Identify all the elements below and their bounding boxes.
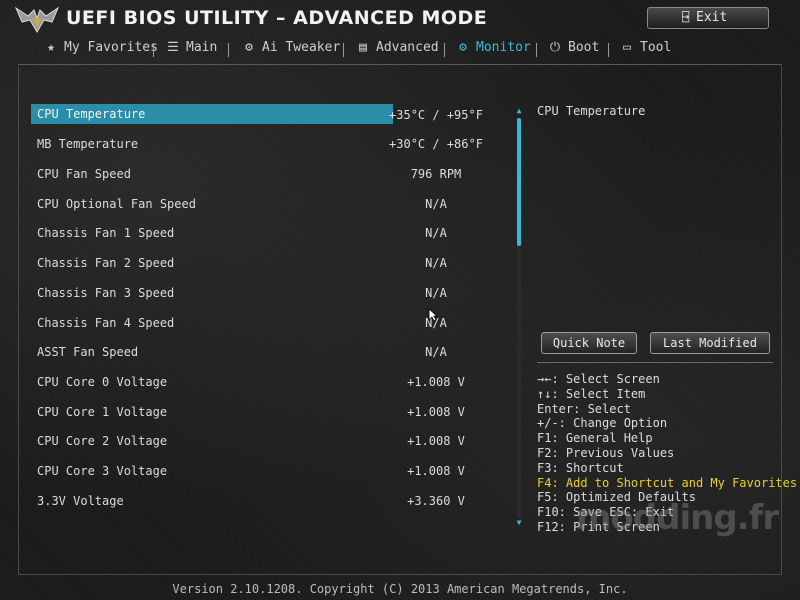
item-value: N/A bbox=[425, 226, 447, 240]
advanced-icon: ▤ bbox=[359, 40, 367, 55]
key-hint: Enter: Select bbox=[537, 401, 631, 416]
list-scrollbar[interactable]: ▲ ▼ bbox=[514, 106, 524, 528]
tab-bar: ★ My Favorites ☰ Main ⚙ Ai Tweaker ▤ Advance… bbox=[18, 40, 782, 66]
item-label: Chassis Fan 3 Speed bbox=[37, 286, 175, 300]
version-footer: Version 2.10.1208. Copyright (C) 2013 Am… bbox=[172, 582, 628, 596]
tab-label: Main bbox=[186, 40, 218, 55]
tab-separator bbox=[153, 43, 154, 57]
item-label: CPU Core 3 Voltage bbox=[37, 464, 168, 478]
tab-monitor[interactable]: ⚙ Monitor bbox=[454, 40, 531, 64]
tweaker-icon: ⚙ bbox=[245, 40, 253, 55]
item-value: N/A bbox=[425, 345, 447, 359]
item-value: +1.008 V bbox=[407, 375, 465, 389]
last-modified-button[interactable]: Last Modified bbox=[650, 332, 770, 354]
tab-label: Tool bbox=[640, 40, 672, 55]
list-item[interactable]: MB Temperature +30°C / +86°F bbox=[31, 133, 501, 155]
item-value: +35°C / +95°F bbox=[389, 108, 483, 122]
help-description: CPU Temperature bbox=[537, 104, 646, 118]
item-value: +1.008 V bbox=[407, 464, 465, 478]
item-label: CPU Optional Fan Speed bbox=[37, 197, 196, 211]
tab-label: Boot bbox=[568, 40, 600, 55]
tab-separator bbox=[444, 43, 445, 57]
list-item[interactable]: Chassis Fan 1 Speed N/A bbox=[31, 222, 501, 244]
key-hint: +/-: Change Option bbox=[537, 416, 668, 431]
tab-separator bbox=[608, 43, 609, 57]
list-item[interactable]: CPU Core 3 Voltage +1.008 V bbox=[31, 460, 501, 482]
item-value: +1.008 V bbox=[407, 434, 465, 448]
mouse-pointer-icon bbox=[428, 308, 438, 322]
item-label: CPU Fan Speed bbox=[37, 167, 131, 181]
tab-label: Advanced bbox=[376, 40, 439, 55]
scroll-up-arrow-icon[interactable]: ▲ bbox=[514, 106, 524, 116]
item-value: N/A bbox=[425, 197, 447, 211]
panel-divider bbox=[537, 362, 773, 363]
item-label: Chassis Fan 4 Speed bbox=[37, 316, 175, 330]
app-title: UEFI BIOS UTILITY – ADVANCED MODE bbox=[66, 7, 488, 29]
key-hint: F2: Previous Values bbox=[537, 445, 675, 460]
tuf-logo bbox=[14, 6, 60, 33]
monitor-icon: ⚙ bbox=[459, 40, 467, 55]
list-item[interactable]: CPU Optional Fan Speed N/A bbox=[31, 193, 501, 215]
item-label: CPU Core 2 Voltage bbox=[37, 434, 168, 448]
item-label: Chassis Fan 2 Speed bbox=[37, 256, 175, 270]
list-item[interactable]: CPU Core 0 Voltage +1.008 V bbox=[31, 371, 501, 393]
item-value: +3.360 V bbox=[407, 494, 465, 508]
item-label: ASST Fan Speed bbox=[37, 345, 139, 359]
scroll-thumb[interactable] bbox=[517, 118, 521, 246]
item-value: 796 RPM bbox=[410, 167, 462, 181]
tab-tool[interactable]: ▭ Tool bbox=[618, 40, 671, 64]
item-value: N/A bbox=[425, 256, 447, 270]
watermark: modding.fr bbox=[576, 498, 779, 538]
item-label: CPU Core 1 Voltage bbox=[37, 405, 168, 419]
item-label: Chassis Fan 1 Speed bbox=[37, 226, 175, 240]
tab-separator bbox=[228, 43, 229, 57]
scroll-down-arrow-icon[interactable]: ▼ bbox=[514, 518, 524, 528]
list-item[interactable]: 3.3V Voltage +3.360 V bbox=[31, 490, 501, 512]
quick-note-button[interactable]: Quick Note bbox=[541, 332, 637, 354]
list-item[interactable]: Chassis Fan 2 Speed N/A bbox=[31, 252, 501, 274]
tab-separator bbox=[343, 43, 344, 57]
title-bar: UEFI BIOS UTILITY – ADVANCED MODE ⍈ Exit bbox=[0, 0, 800, 38]
item-value: N/A bbox=[425, 286, 447, 300]
list-item[interactable]: CPU Fan Speed 796 RPM bbox=[31, 163, 501, 185]
list-item[interactable]: Chassis Fan 3 Speed N/A bbox=[31, 282, 501, 304]
key-hint: F1: General Help bbox=[537, 431, 653, 446]
tool-icon: ▭ bbox=[623, 40, 631, 55]
star-icon: ★ bbox=[47, 40, 55, 55]
list-item[interactable]: ASST Fan Speed N/A bbox=[31, 341, 501, 363]
item-value: +30°C / +86°F bbox=[389, 137, 483, 151]
item-label: CPU Temperature bbox=[31, 104, 393, 124]
exit-icon: ⍈ bbox=[682, 10, 690, 24]
tab-advanced[interactable]: ▤ Advanced bbox=[354, 40, 439, 64]
power-icon: ⏻ bbox=[549, 40, 561, 55]
list-item[interactable]: CPU Core 1 Voltage +1.008 V bbox=[31, 401, 501, 423]
item-label: CPU Core 0 Voltage bbox=[37, 375, 168, 389]
exit-button[interactable]: ⍈ Exit bbox=[647, 7, 769, 29]
tab-main[interactable]: ☰ Main bbox=[164, 40, 217, 64]
key-hint: ↑↓: Select Item bbox=[537, 386, 646, 401]
tab-label: My Favorites bbox=[64, 40, 158, 55]
key-hint: →←: Select Screen bbox=[537, 372, 660, 386]
item-value: +1.008 V bbox=[407, 405, 465, 419]
key-hint-highlighted: F4: Add to Shortcut and My Favorites bbox=[537, 475, 798, 490]
tab-label: Ai Tweaker bbox=[262, 40, 341, 55]
tab-my-favorites[interactable]: ★ My Favorites bbox=[42, 40, 158, 64]
exit-label: Exit bbox=[696, 10, 728, 25]
list-item[interactable]: CPU Core 2 Voltage +1.008 V bbox=[31, 430, 501, 452]
key-hint: F3: Shortcut bbox=[537, 460, 624, 475]
tab-label: Monitor bbox=[476, 40, 531, 55]
list-item[interactable]: CPU Temperature +35°C / +95°F bbox=[31, 104, 501, 126]
item-label: MB Temperature bbox=[37, 137, 139, 151]
list-icon: ☰ bbox=[167, 40, 179, 55]
tab-boot[interactable]: ⏻ Boot bbox=[546, 40, 599, 64]
tab-ai-tweaker[interactable]: ⚙ Ai Tweaker bbox=[240, 40, 340, 64]
item-label: 3.3V Voltage bbox=[37, 494, 124, 508]
tab-underline bbox=[18, 64, 782, 65]
tab-separator bbox=[536, 43, 537, 57]
